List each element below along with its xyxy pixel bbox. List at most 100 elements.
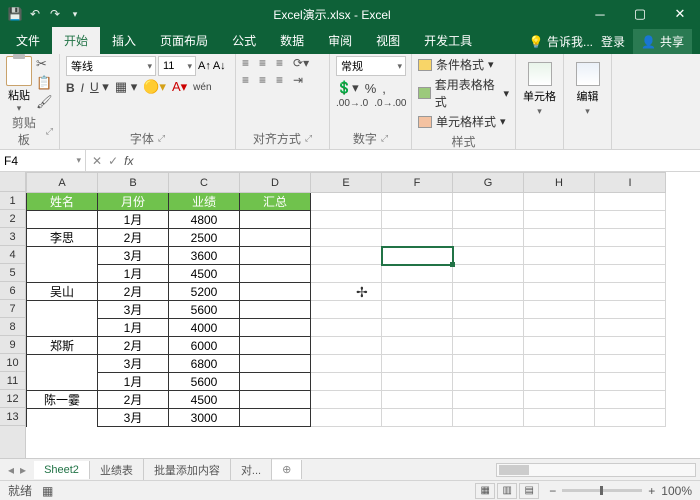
cell[interactable] xyxy=(382,283,453,301)
cell[interactable] xyxy=(524,319,595,337)
cell[interactable] xyxy=(453,355,524,373)
cell[interactable] xyxy=(27,319,98,337)
comma-icon[interactable]: , xyxy=(382,81,386,96)
column-header[interactable]: D xyxy=(240,173,311,193)
cell[interactable] xyxy=(27,247,98,265)
row-header[interactable]: 7 xyxy=(0,300,25,318)
fx-icon[interactable]: fx xyxy=(124,154,133,168)
cell[interactable]: 4800 xyxy=(169,211,240,229)
cell[interactable] xyxy=(240,229,311,247)
edit-button[interactable]: 编辑 ▾ xyxy=(570,56,605,117)
copy-icon[interactable]: 📋 xyxy=(36,75,53,91)
orientation-icon[interactable]: ⟳▾ xyxy=(293,56,309,70)
redo-icon[interactable]: ↷ xyxy=(46,5,64,23)
login-button[interactable]: 登录 xyxy=(601,33,625,50)
cell[interactable] xyxy=(524,229,595,247)
spreadsheet-grid[interactable]: ABCDEFGHI 姓名月份业绩汇总 1月4800李思2月25003月36001… xyxy=(26,172,666,427)
undo-icon[interactable]: ↶ xyxy=(26,5,44,23)
cell[interactable]: 4500 xyxy=(169,265,240,283)
cell[interactable] xyxy=(382,193,453,211)
tab-formula[interactable]: 公式 xyxy=(220,27,268,54)
cell[interactable]: 3月 xyxy=(98,409,169,427)
table-header-cell[interactable]: 姓名 xyxy=(27,193,98,211)
cell[interactable] xyxy=(524,373,595,391)
page-layout-view-icon[interactable]: ▥ xyxy=(497,483,517,499)
cell[interactable] xyxy=(595,355,666,373)
cell[interactable]: 1月 xyxy=(98,211,169,229)
sheet-tab[interactable]: 业绩表 xyxy=(90,459,144,481)
row-header[interactable]: 2 xyxy=(0,210,25,228)
indent-icon[interactable]: ⇥ xyxy=(293,73,309,87)
cell[interactable]: 郑斯 xyxy=(27,337,98,355)
clipboard-launcher-icon[interactable]: ⤢ xyxy=(46,126,53,137)
cell[interactable] xyxy=(382,355,453,373)
column-header[interactable]: C xyxy=(169,173,240,193)
cancel-formula-icon[interactable]: ✕ xyxy=(92,154,102,168)
cell[interactable] xyxy=(311,265,382,283)
tab-home[interactable]: 开始 xyxy=(52,27,100,54)
table-header-cell[interactable]: 月份 xyxy=(98,193,169,211)
decrease-decimal-icon[interactable]: .0→.00 xyxy=(374,98,406,109)
font-size-combo[interactable]: 11 xyxy=(158,56,196,76)
conditional-format-button[interactable]: 条件格式 ▾ xyxy=(418,56,509,73)
cell[interactable] xyxy=(382,409,453,427)
italic-button[interactable]: I xyxy=(81,80,84,95)
cell[interactable] xyxy=(311,409,382,427)
cell[interactable] xyxy=(524,265,595,283)
font-color-button[interactable]: A▾ xyxy=(172,79,187,95)
font-name-combo[interactable]: 等线 xyxy=(66,56,156,76)
cell[interactable] xyxy=(453,211,524,229)
cell[interactable]: 2月 xyxy=(98,283,169,301)
close-button[interactable]: ✕ xyxy=(660,0,700,28)
align-bottom-icon[interactable]: ≡ xyxy=(276,56,283,70)
zoom-in-icon[interactable]: + xyxy=(648,484,655,498)
cell[interactable] xyxy=(595,247,666,265)
cell[interactable] xyxy=(524,391,595,409)
row-header[interactable]: 1 xyxy=(0,192,25,210)
row-header[interactable]: 4 xyxy=(0,246,25,264)
page-break-view-icon[interactable]: ▤ xyxy=(519,483,539,499)
cell[interactable] xyxy=(240,247,311,265)
cell[interactable] xyxy=(595,229,666,247)
align-center-icon[interactable]: ≡ xyxy=(259,73,266,87)
cell[interactable]: 3600 xyxy=(169,247,240,265)
underline-button[interactable]: U ▾ xyxy=(90,79,109,95)
tab-file[interactable]: 文件 xyxy=(4,27,52,54)
cell[interactable] xyxy=(453,301,524,319)
column-header[interactable]: E xyxy=(311,173,382,193)
format-painter-icon[interactable]: 🖌 xyxy=(36,94,53,110)
align-launcher-icon[interactable]: ⤢ xyxy=(305,133,312,144)
cell[interactable]: 李思 xyxy=(27,229,98,247)
cut-icon[interactable]: ✂ xyxy=(36,56,53,72)
cell[interactable] xyxy=(27,409,98,427)
cell[interactable]: 2月 xyxy=(98,391,169,409)
row-header[interactable]: 3 xyxy=(0,228,25,246)
bold-button[interactable]: B xyxy=(66,80,75,95)
cell[interactable] xyxy=(311,211,382,229)
normal-view-icon[interactable]: ▦ xyxy=(475,483,495,499)
cell[interactable]: 6000 xyxy=(169,337,240,355)
sheet-nav-next-icon[interactable]: ▸ xyxy=(20,463,26,477)
macro-record-icon[interactable]: ▦ xyxy=(42,484,53,498)
zoom-level[interactable]: 100% xyxy=(661,484,692,498)
increase-font-icon[interactable]: A↑ xyxy=(198,60,211,72)
phonetic-button[interactable]: wén xyxy=(193,82,211,93)
cell[interactable] xyxy=(240,265,311,283)
cell[interactable] xyxy=(595,301,666,319)
cell[interactable] xyxy=(524,283,595,301)
tab-developer[interactable]: 开发工具 xyxy=(412,27,484,54)
sheet-nav-prev-icon[interactable]: ◂ xyxy=(8,463,14,477)
cell[interactable]: 3月 xyxy=(98,247,169,265)
number-launcher-icon[interactable]: ⤢ xyxy=(381,133,388,144)
cell[interactable] xyxy=(311,193,382,211)
tab-data[interactable]: 数据 xyxy=(268,27,316,54)
cell[interactable] xyxy=(595,409,666,427)
number-format-combo[interactable]: 常规 xyxy=(336,56,406,76)
cell[interactable] xyxy=(595,391,666,409)
cell[interactable] xyxy=(240,355,311,373)
decrease-font-icon[interactable]: A↓ xyxy=(213,60,226,72)
cell[interactable] xyxy=(240,283,311,301)
cells-button[interactable]: 单元格 ▾ xyxy=(522,56,557,117)
tell-me[interactable]: 💡 告诉我... xyxy=(529,33,593,50)
fill-color-button[interactable]: 🟡▾ xyxy=(143,79,166,95)
